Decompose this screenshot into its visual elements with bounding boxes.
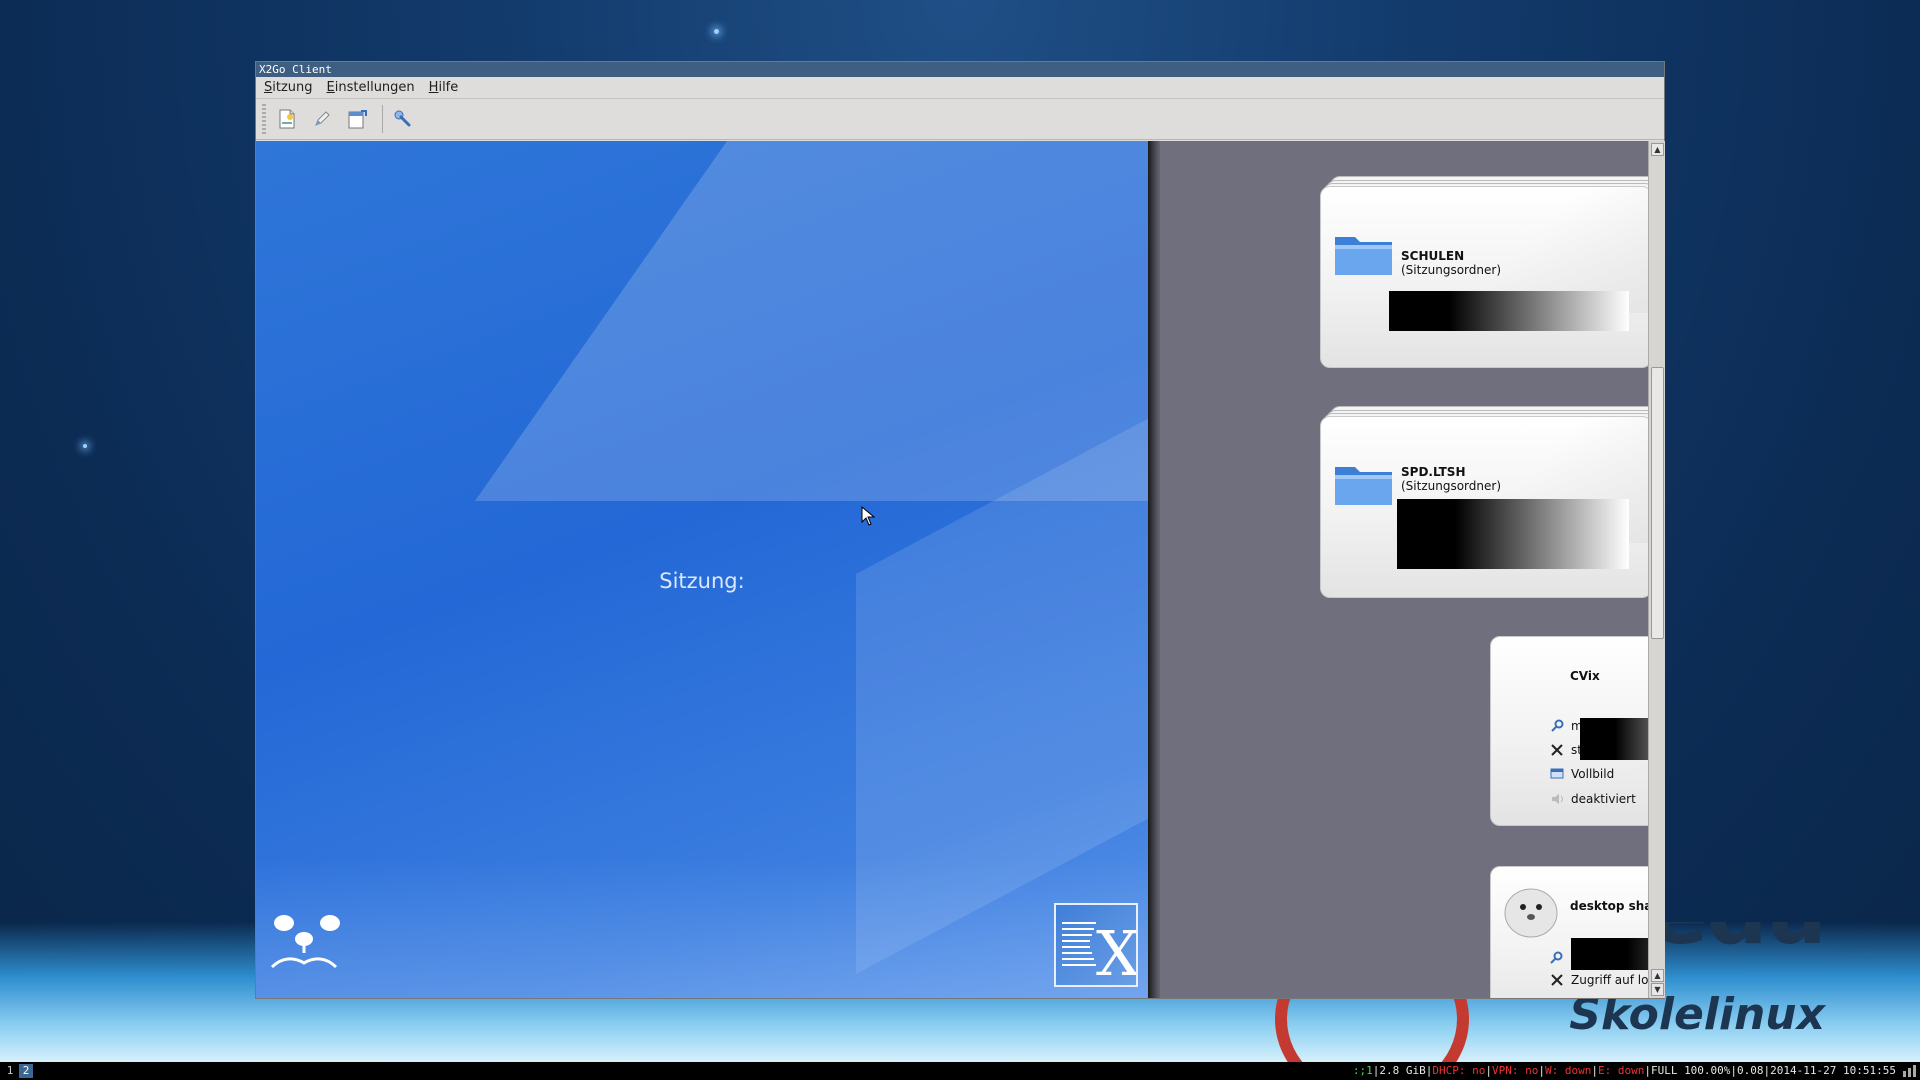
folder-icon	[1335, 467, 1392, 505]
session-label: Sitzung:	[659, 569, 745, 593]
folder-name: SPD.LTSH	[1401, 465, 1466, 479]
desktop-panel: 1 2 :;1|2.8 GiB|DHCP: no|VPN: no|W: down…	[0, 1062, 1920, 1080]
seal-avatar-icon	[1504, 888, 1558, 938]
status-separator: |	[1591, 1064, 1598, 1077]
folder-card: SPD.LTSH (Sitzungsordner)	[1320, 416, 1648, 598]
status-vpn: VPN: no	[1492, 1064, 1539, 1077]
x2go-seal-mascot-icon	[270, 915, 340, 969]
redacted-field	[1580, 718, 1648, 760]
background-star	[83, 444, 87, 448]
new-session-icon	[279, 109, 295, 129]
export-session-button[interactable]	[342, 104, 372, 134]
x-command-icon	[1549, 742, 1565, 758]
status-dhcp: DHCP: no	[1432, 1064, 1486, 1077]
status-wireless: W: down	[1544, 1064, 1592, 1077]
session-preview-pane: Sitzung: X	[256, 141, 1148, 998]
edit-session-button[interactable]	[307, 104, 337, 134]
key-icon	[1549, 950, 1563, 969]
redacted-field	[1389, 291, 1629, 331]
network-tray-icon[interactable]	[1902, 1065, 1916, 1077]
folder-type-label: (Sitzungsordner)	[1401, 479, 1502, 493]
toolbar	[256, 99, 1664, 140]
folder-icon	[1335, 237, 1392, 275]
session-command-row: Zugriff auf lokalen Desktop	[1549, 972, 1648, 988]
session-audio-value: deaktiviert	[1571, 792, 1636, 806]
pane-divider[interactable]	[1148, 141, 1160, 998]
main-content: Sitzung: X SCHULEN (Sitzungsordner) SPD.…	[256, 141, 1665, 998]
status-separator: |	[1485, 1064, 1492, 1077]
x2go-logo: X	[1054, 903, 1140, 990]
menu-hilfe[interactable]: Hilfe	[429, 80, 459, 95]
preferences-button[interactable]	[388, 104, 418, 134]
scrollbar-thumb[interactable]	[1651, 367, 1664, 639]
session-folder-spd-ltsh[interactable]: SPD.LTSH (Sitzungsordner)	[1320, 406, 1648, 598]
status-ethernet: E: down	[1597, 1064, 1645, 1077]
display-icon	[1549, 766, 1565, 782]
status-segment: :;1	[1352, 1064, 1373, 1077]
background-sheen	[474, 141, 1148, 501]
session-card-cvix[interactable]: CVix m st Vollbild deaktiviert	[1490, 636, 1648, 826]
session-command-value: Zugriff auf lokalen Desktop	[1571, 973, 1648, 987]
session-card-desktop-sharing[interactable]: desktop sharing Zugriff auf lokalen Desk…	[1490, 866, 1648, 998]
svg-text:X: X	[1096, 917, 1136, 985]
redacted-field	[1571, 938, 1648, 970]
folder-name: SCHULEN	[1401, 249, 1465, 263]
x2go-x-logo-icon: X	[1062, 917, 1140, 990]
menu-einstellungen[interactable]: Einstellungen	[327, 80, 415, 95]
speaker-muted-icon	[1549, 791, 1565, 807]
background-sheen	[256, 858, 1148, 998]
mouse-cursor-icon	[861, 506, 875, 526]
background-star	[714, 29, 719, 34]
menu-sitzung[interactable]: Sitzung	[264, 80, 313, 95]
wrench-icon	[394, 110, 411, 127]
session-audio-row: deaktiviert	[1549, 791, 1636, 807]
session-display-value: Vollbild	[1571, 767, 1615, 781]
session-list-scrollbar[interactable]: ▲ ▲ ▼	[1648, 141, 1665, 998]
folder-type-label: (Sitzungsordner)	[1401, 263, 1502, 277]
toolbar-grip[interactable]	[262, 104, 266, 134]
status-segment: |2.8 GiB|	[1372, 1064, 1433, 1077]
wallpaper-brand-edu: edu	[1650, 922, 1827, 964]
folder-card: SCHULEN (Sitzungsordner)	[1320, 186, 1648, 368]
x-command-icon	[1549, 972, 1565, 988]
status-separator: |	[1538, 1064, 1545, 1077]
session-name: desktop sharing	[1570, 899, 1648, 913]
edit-pencil-icon	[315, 111, 330, 126]
workspace-1[interactable]: 1	[3, 1064, 17, 1078]
status-battery-load-clock: |FULL 100.00%|0.08|2014-11-27 10:51:55	[1644, 1064, 1896, 1077]
session-name: CVix	[1570, 669, 1600, 683]
menubar: Sitzung Einstellungen Hilfe	[256, 77, 1664, 99]
workspace-2[interactable]: 2	[19, 1064, 33, 1078]
scroll-down-arrow-icon[interactable]: ▼	[1651, 983, 1664, 996]
window-title: X2Go Client	[259, 63, 332, 76]
scroll-up-arrow-icon[interactable]: ▲	[1651, 143, 1664, 156]
session-folder-schulen[interactable]: SCHULEN (Sitzungsordner)	[1320, 176, 1648, 368]
status-line: :;1|2.8 GiB|DHCP: no|VPN: no|W: down|E: …	[1353, 1062, 1896, 1080]
toolbar-separator	[382, 105, 383, 133]
new-session-button[interactable]	[272, 104, 302, 134]
session-display-row: Vollbild	[1549, 766, 1614, 782]
redacted-field	[1397, 499, 1629, 569]
scroll-down-arrow-icon[interactable]: ▲	[1651, 969, 1664, 982]
session-list: SCHULEN (Sitzungsordner) SPD.LTSH (Sitzu…	[1160, 141, 1648, 998]
x2go-client-window: X2Go Client Sitzung Einstellungen Hilfe	[256, 62, 1665, 998]
key-icon	[1549, 718, 1565, 734]
session-server-row: m	[1549, 718, 1583, 734]
session-command-row: st	[1549, 742, 1582, 758]
window-titlebar[interactable]: X2Go Client	[256, 62, 1664, 77]
export-icon	[348, 110, 367, 129]
